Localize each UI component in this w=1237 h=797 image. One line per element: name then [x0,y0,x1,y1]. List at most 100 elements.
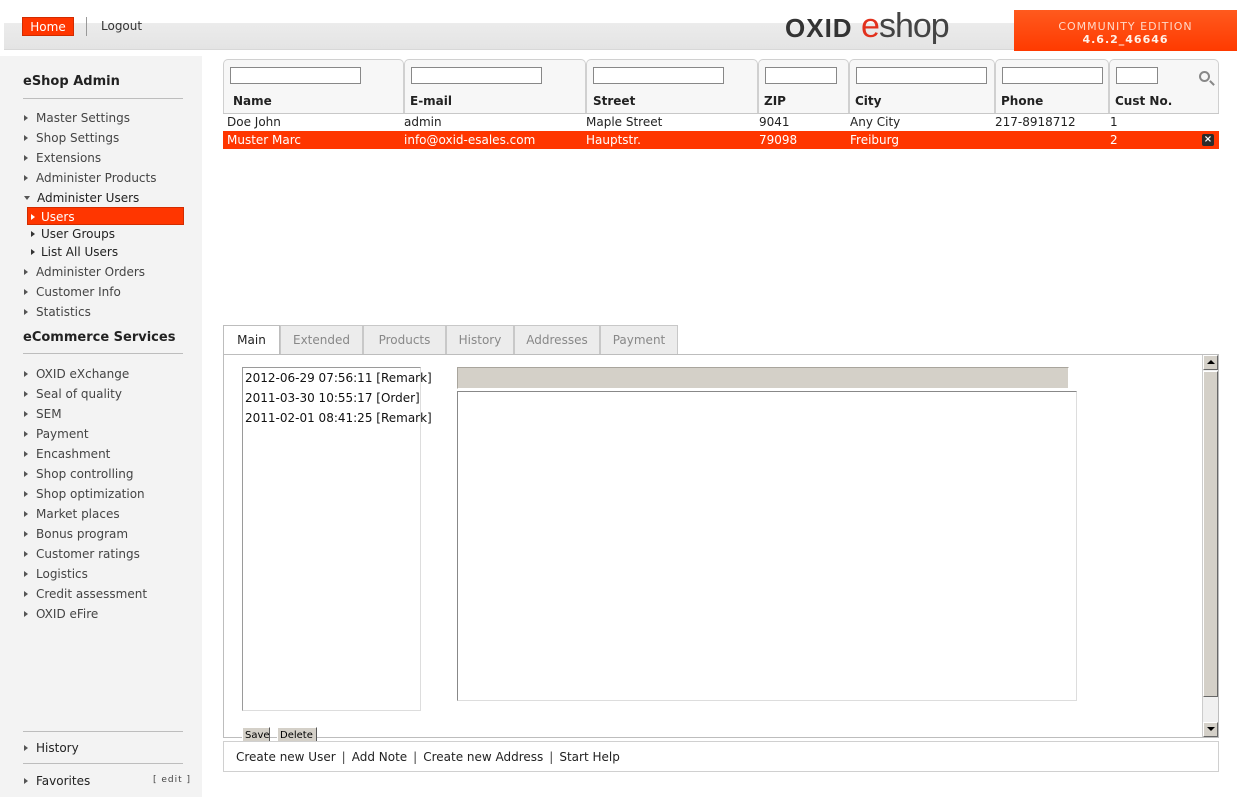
sidebar-service-shop-optimization[interactable]: Shop optimization [24,487,145,501]
create-new-address-link[interactable]: Create new Address [423,750,543,764]
sidebar-service-oxid-exchange[interactable]: OXID eXchange [24,367,129,381]
filter-input-phone[interactable] [1002,67,1103,84]
column-header-phone: Phone [995,59,1109,113]
logout-link[interactable]: Logout [101,19,142,33]
filter-input-name[interactable] [230,67,361,84]
start-help-link[interactable]: Start Help [559,750,620,764]
column-header-name: Name [223,59,404,113]
sidebar-item-customer-info[interactable]: Customer Info [24,285,121,299]
chevron-right-icon [24,571,28,577]
sidebar-item-extensions[interactable]: Extensions [24,151,101,165]
sidebar-item-administer-users[interactable]: Administer Users [24,191,139,205]
sidebar-service-encashment[interactable]: Encashment [24,447,110,461]
sidebar-item-shop-settings[interactable]: Shop Settings [24,131,119,145]
version-label: 4.6.2_46646 [1082,33,1169,46]
cell-city: Freiburg [850,133,899,147]
sidebar-service-payment[interactable]: Payment [24,427,89,441]
table-row-selected[interactable]: Muster Marc info@oxid-esales.com Hauptst… [223,131,1219,149]
sidebar-subitem-list-all-users[interactable]: List All Users [28,245,118,259]
filter-input-city[interactable] [856,67,987,84]
column-header-street: Street [586,59,758,113]
scroll-down-icon[interactable] [1203,722,1218,737]
sidebar-subitem-users[interactable]: Users [27,207,184,225]
sidebar-item-statistics[interactable]: Statistics [24,305,91,319]
sidebar-item-master-settings[interactable]: Master Settings [24,111,130,125]
filter-input-zip[interactable] [765,67,837,84]
save-button[interactable]: Save [242,727,270,741]
favorites-edit-link[interactable]: [ edit ] [153,775,191,785]
cell-phone: 217-8918712 [995,115,1076,129]
column-label[interactable]: E-mail [410,94,452,108]
tab-payment[interactable]: Payment [600,325,678,354]
column-label[interactable]: Street [593,94,635,108]
tab-products[interactable]: Products [363,325,446,354]
logo-oxid-text: OXID [785,13,853,43]
remark-list-item[interactable]: 2012-06-29 07:56:11 [Remark] [245,371,432,385]
filter-input-email[interactable] [411,67,542,84]
remark-header-field[interactable] [457,367,1069,389]
column-label[interactable]: Cust No. [1115,94,1172,108]
sidebar-service-oxid-efire[interactable]: OXID eFire [24,607,98,621]
chevron-down-icon [24,196,30,200]
sidebar-service-customer-ratings[interactable]: Customer ratings [24,547,140,561]
column-label[interactable]: ZIP [764,94,786,108]
sidebar-item-label: Administer Products [36,171,157,185]
top-header: Home Logout OXID eshop COMMUNITY EDITION… [0,0,1237,56]
sidebar-subitem-user-groups[interactable]: User Groups [28,227,115,241]
delete-button[interactable]: Delete [277,727,317,741]
sidebar-service-shop-controlling[interactable]: Shop controlling [24,467,133,481]
sidebar-title-ecommerce-services: eCommerce Services [23,330,176,345]
column-label[interactable]: Phone [1001,94,1043,108]
table-row[interactable]: Doe John admin Maple Street 9041 Any Cit… [223,113,1219,131]
sidebar-item-label: OXID eFire [36,607,99,621]
sidebar-item-administer-orders[interactable]: Administer Orders [24,265,145,279]
chevron-right-icon [24,451,28,457]
search-icon[interactable] [1199,71,1210,82]
chevron-right-icon [24,411,28,417]
sidebar-item-label: Credit assessment [36,587,148,601]
chevron-right-icon [24,289,28,295]
sidebar-service-logistics[interactable]: Logistics [24,567,88,581]
column-label[interactable]: City [855,94,881,108]
chevron-right-icon [24,471,28,477]
remark-text-area[interactable] [457,391,1077,701]
column-header-email: E-mail [404,59,586,113]
sidebar-service-credit-assessment[interactable]: Credit assessment [24,587,147,601]
filter-input-street[interactable] [593,67,724,84]
home-button[interactable]: Home [22,17,74,36]
column-label[interactable]: Name [233,94,272,108]
tab-main[interactable]: Main [223,325,280,355]
filter-input-cust-no[interactable] [1116,67,1158,84]
sidebar-service-market-places[interactable]: Market places [24,507,120,521]
tab-history[interactable]: History [446,325,514,354]
remark-list[interactable]: 2012-06-29 07:56:11 [Remark] 2011-03-30 … [242,367,432,711]
cell-cust-no: 2 [1110,133,1118,147]
chevron-right-icon [31,231,35,237]
sidebar-item-label: Administer Orders [36,265,146,279]
tab-extended[interactable]: Extended [280,325,363,354]
sidebar-item-label: Market places [36,507,120,521]
sidebar-service-sem[interactable]: SEM [24,407,62,421]
create-new-user-link[interactable]: Create new User [236,750,336,764]
scroll-up-icon[interactable] [1203,355,1218,370]
sidebar-favorites[interactable]: Favorites [24,774,90,788]
chevron-right-icon [24,371,28,377]
sidebar-subitem-label: User Groups [41,227,115,241]
delete-row-icon[interactable]: × [1202,134,1214,146]
column-header-city: City [849,59,995,113]
remark-list-item[interactable]: 2011-02-01 08:41:25 [Remark] [245,411,432,425]
sidebar-item-administer-products[interactable]: Administer Products [24,171,156,185]
sidebar-item-label: Favorites [36,774,91,788]
add-note-link[interactable]: Add Note [352,750,407,764]
tab-addresses[interactable]: Addresses [514,325,600,354]
remark-list-item[interactable]: 2011-03-30 10:55:17 [Order] [245,391,420,405]
sidebar-item-label: Shop optimization [36,487,145,501]
chevron-right-icon [24,551,28,557]
sidebar-divider [23,763,183,764]
sidebar-service-bonus-program[interactable]: Bonus program [24,527,128,541]
sidebar-history[interactable]: History [24,741,79,755]
panel-scrollbar[interactable] [1202,355,1218,737]
sidebar-service-seal-of-quality[interactable]: Seal of quality [24,387,122,401]
cell-street: Maple Street [586,115,663,129]
scroll-thumb[interactable] [1203,371,1218,697]
